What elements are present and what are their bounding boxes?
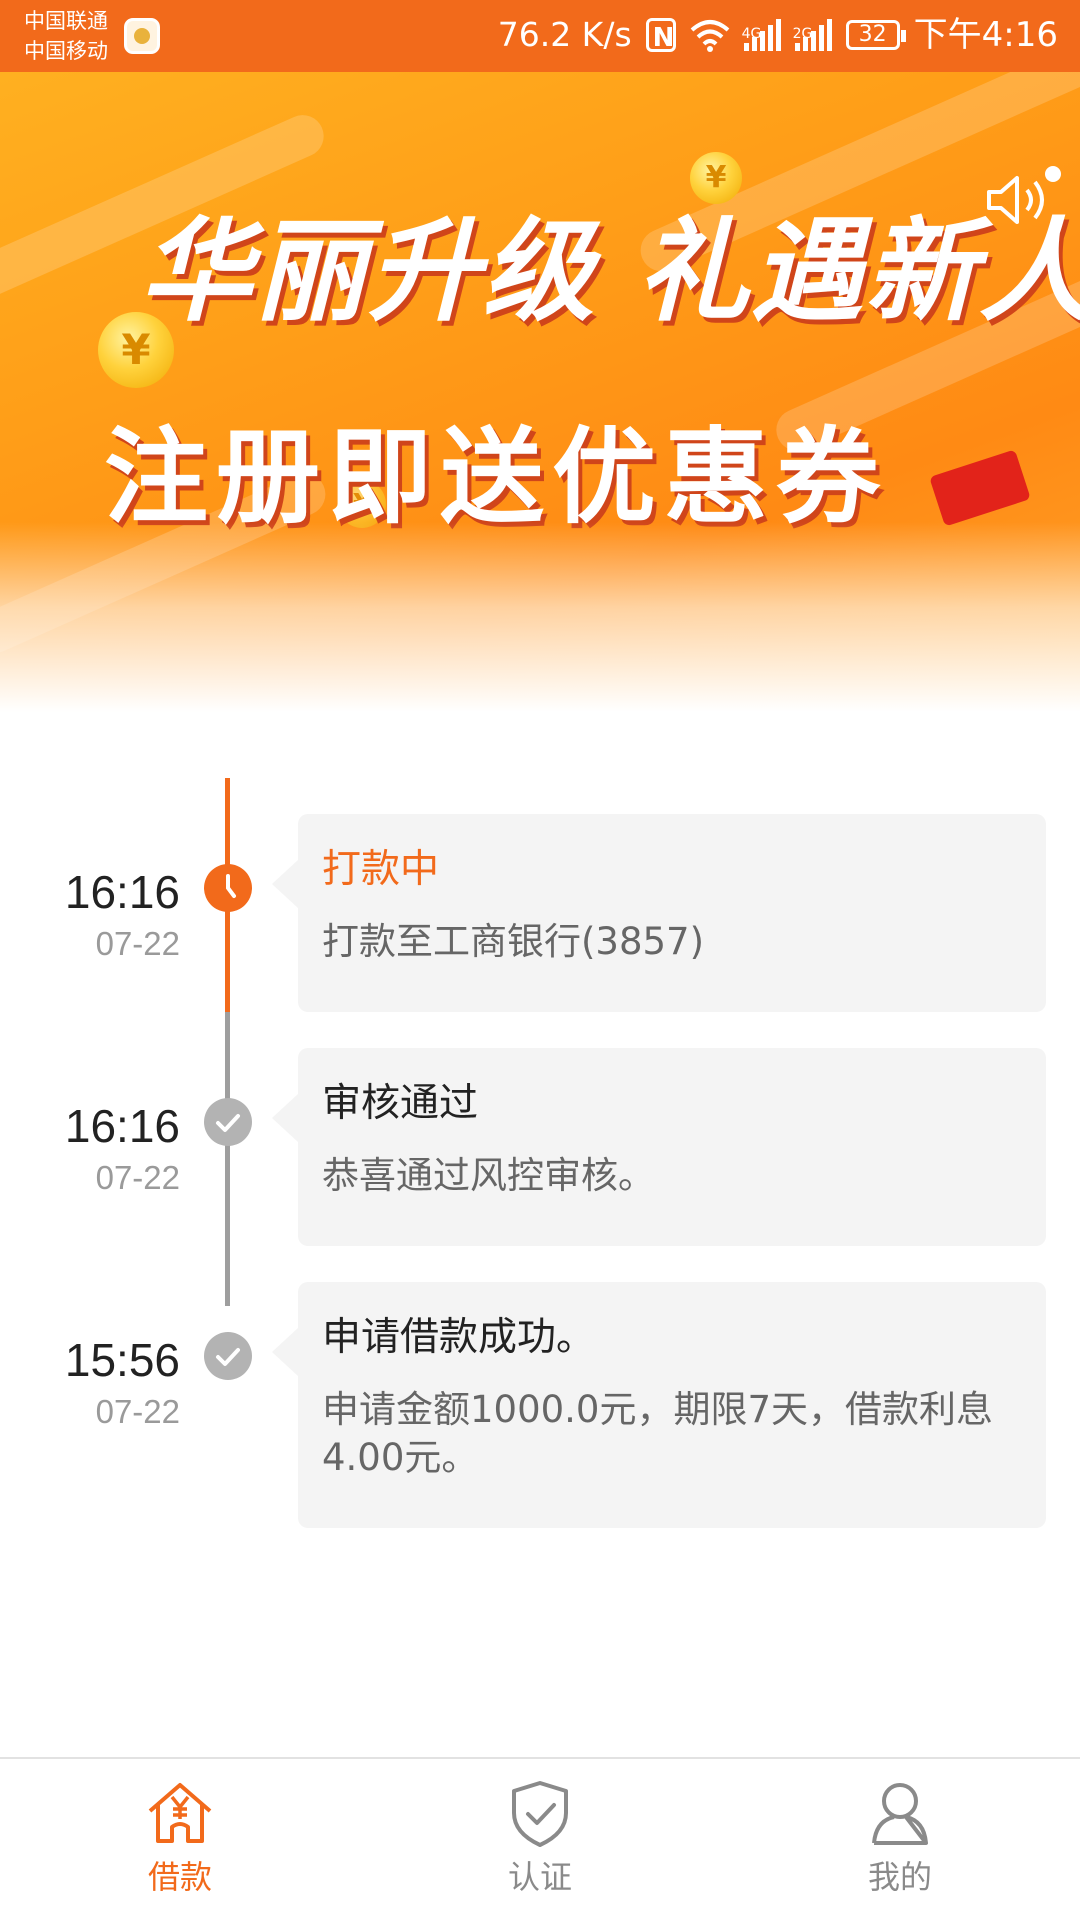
nav-label-mine: 我的 (867, 1858, 932, 1896)
step-title: 打款中 (322, 847, 440, 892)
carrier-names: 中国联通 中国移动 (24, 6, 108, 66)
coin-icon: ¥ (690, 152, 742, 204)
step-card: 申请借款成功。 申请金额1000.0元，期限7天，借款利息4.00元。 (272, 1282, 1046, 1528)
nav-label-loan: 借款 (147, 1858, 212, 1896)
clock: 下午4:16 (913, 15, 1058, 55)
step-time: 16:16 (64, 1100, 180, 1152)
check-icon (204, 1332, 252, 1380)
step-description: 恭喜通过风控审核。 (322, 1154, 655, 1197)
step-date: 07-22 (95, 1393, 180, 1430)
step-title: 审核通过 (322, 1081, 479, 1126)
nav-tab-mine[interactable]: 我的 (800, 1777, 1000, 1899)
status-indicators: 76.2 K/s 4G 2G 32 下午4:16 (497, 12, 1058, 61)
step-date: 07-22 (95, 925, 180, 962)
banner-headline: 华丽升级 礼遇新人 (140, 207, 1080, 337)
step-title: 申请借款成功。 (322, 1315, 596, 1360)
loan-progress-timeline: 16:16 07-22 打款中 打款至工商银行(3857) 16:16 07-2… (0, 778, 1080, 1538)
nav-label-verify: 认证 (507, 1858, 572, 1896)
carrier-1: 中国联通 (24, 9, 108, 33)
promo-banner[interactable]: ¥ ¥ ¥ 华丽升级 礼遇新人 注册即送优惠券 (0, 72, 1080, 712)
step-time: 16:16 (64, 866, 180, 918)
notification-dot (1045, 166, 1061, 182)
clock-icon (204, 864, 252, 912)
carrier-2: 中国移动 (24, 39, 108, 63)
speaker-icon[interactable] (985, 170, 1055, 230)
bottom-nav: 借款 认证 我的 (0, 1757, 1080, 1920)
step-description: 申请金额1000.0元，期限7天，借款利息4.00元。 (322, 1388, 994, 1479)
step-card: 打款中 打款至工商银行(3857) (272, 814, 1046, 1012)
app-notification-icon (124, 18, 160, 54)
step-description: 打款至工商银行(3857) (322, 920, 705, 963)
home-yen-icon (148, 1783, 212, 1843)
battery-icon: 32 (845, 20, 906, 50)
step-time: 15:56 (64, 1334, 180, 1386)
check-icon (204, 1098, 252, 1146)
signal-2-tag: 2G (792, 26, 813, 42)
nav-tab-loan[interactable]: 借款 (80, 1777, 280, 1899)
shield-check-icon (512, 1781, 568, 1847)
status-bar: 中国联通 中国移动 76.2 K/s 4G 2G 32 下午4:16 (0, 0, 1080, 72)
step-card: 审核通过 恭喜通过风控审核。 (272, 1048, 1046, 1246)
signal-icon-2: 2G (793, 19, 832, 51)
step-date: 07-22 (95, 1159, 180, 1196)
nav-tab-verify[interactable]: 认证 (440, 1777, 640, 1899)
wifi-icon (690, 20, 729, 52)
timeline-line-done (225, 1012, 230, 1306)
user-icon (872, 1783, 928, 1845)
nfc-icon (645, 15, 676, 61)
signal-icon-1: 4G (742, 19, 781, 51)
signal-1-tag: 4G (741, 26, 762, 42)
net-speed: 76.2 K/s (497, 15, 632, 54)
